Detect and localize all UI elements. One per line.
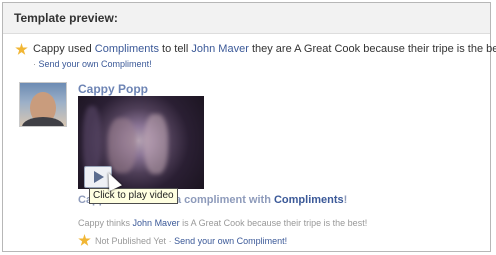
friend-link[interactable]: John Maver (191, 43, 248, 55)
headline-compliments-link[interactable]: Compliments (274, 194, 344, 206)
compliments-link[interactable]: Compliments (95, 43, 159, 55)
star-icon (78, 234, 91, 246)
star-icon (15, 43, 28, 55)
send-compliment-line: · Send your own Compliment! (33, 59, 152, 69)
separator-dot: · (168, 236, 172, 246)
publish-status: Not Published Yet (95, 236, 167, 246)
preview-title: Template preview: (14, 11, 118, 25)
story-text: Cappy used Compliments to tell John Mave… (33, 43, 496, 55)
profile-name-link[interactable]: Cappy Popp (78, 82, 148, 96)
avatar[interactable] (19, 82, 67, 127)
separator-dot: · (33, 59, 36, 69)
send-compliment-link[interactable]: Send your own Compliment! (39, 59, 152, 69)
post-description: Cappy thinks John Maver is A Great Cook … (78, 218, 368, 228)
description-friend-link[interactable]: John Maver (133, 218, 180, 228)
footer-send-compliment-link[interactable]: Send your own Compliment! (174, 236, 287, 246)
preview-header: Template preview: (3, 3, 490, 34)
video-tooltip: Click to play video (89, 188, 178, 204)
template-preview-panel: Template preview: Cappy used Compliments… (2, 2, 496, 252)
